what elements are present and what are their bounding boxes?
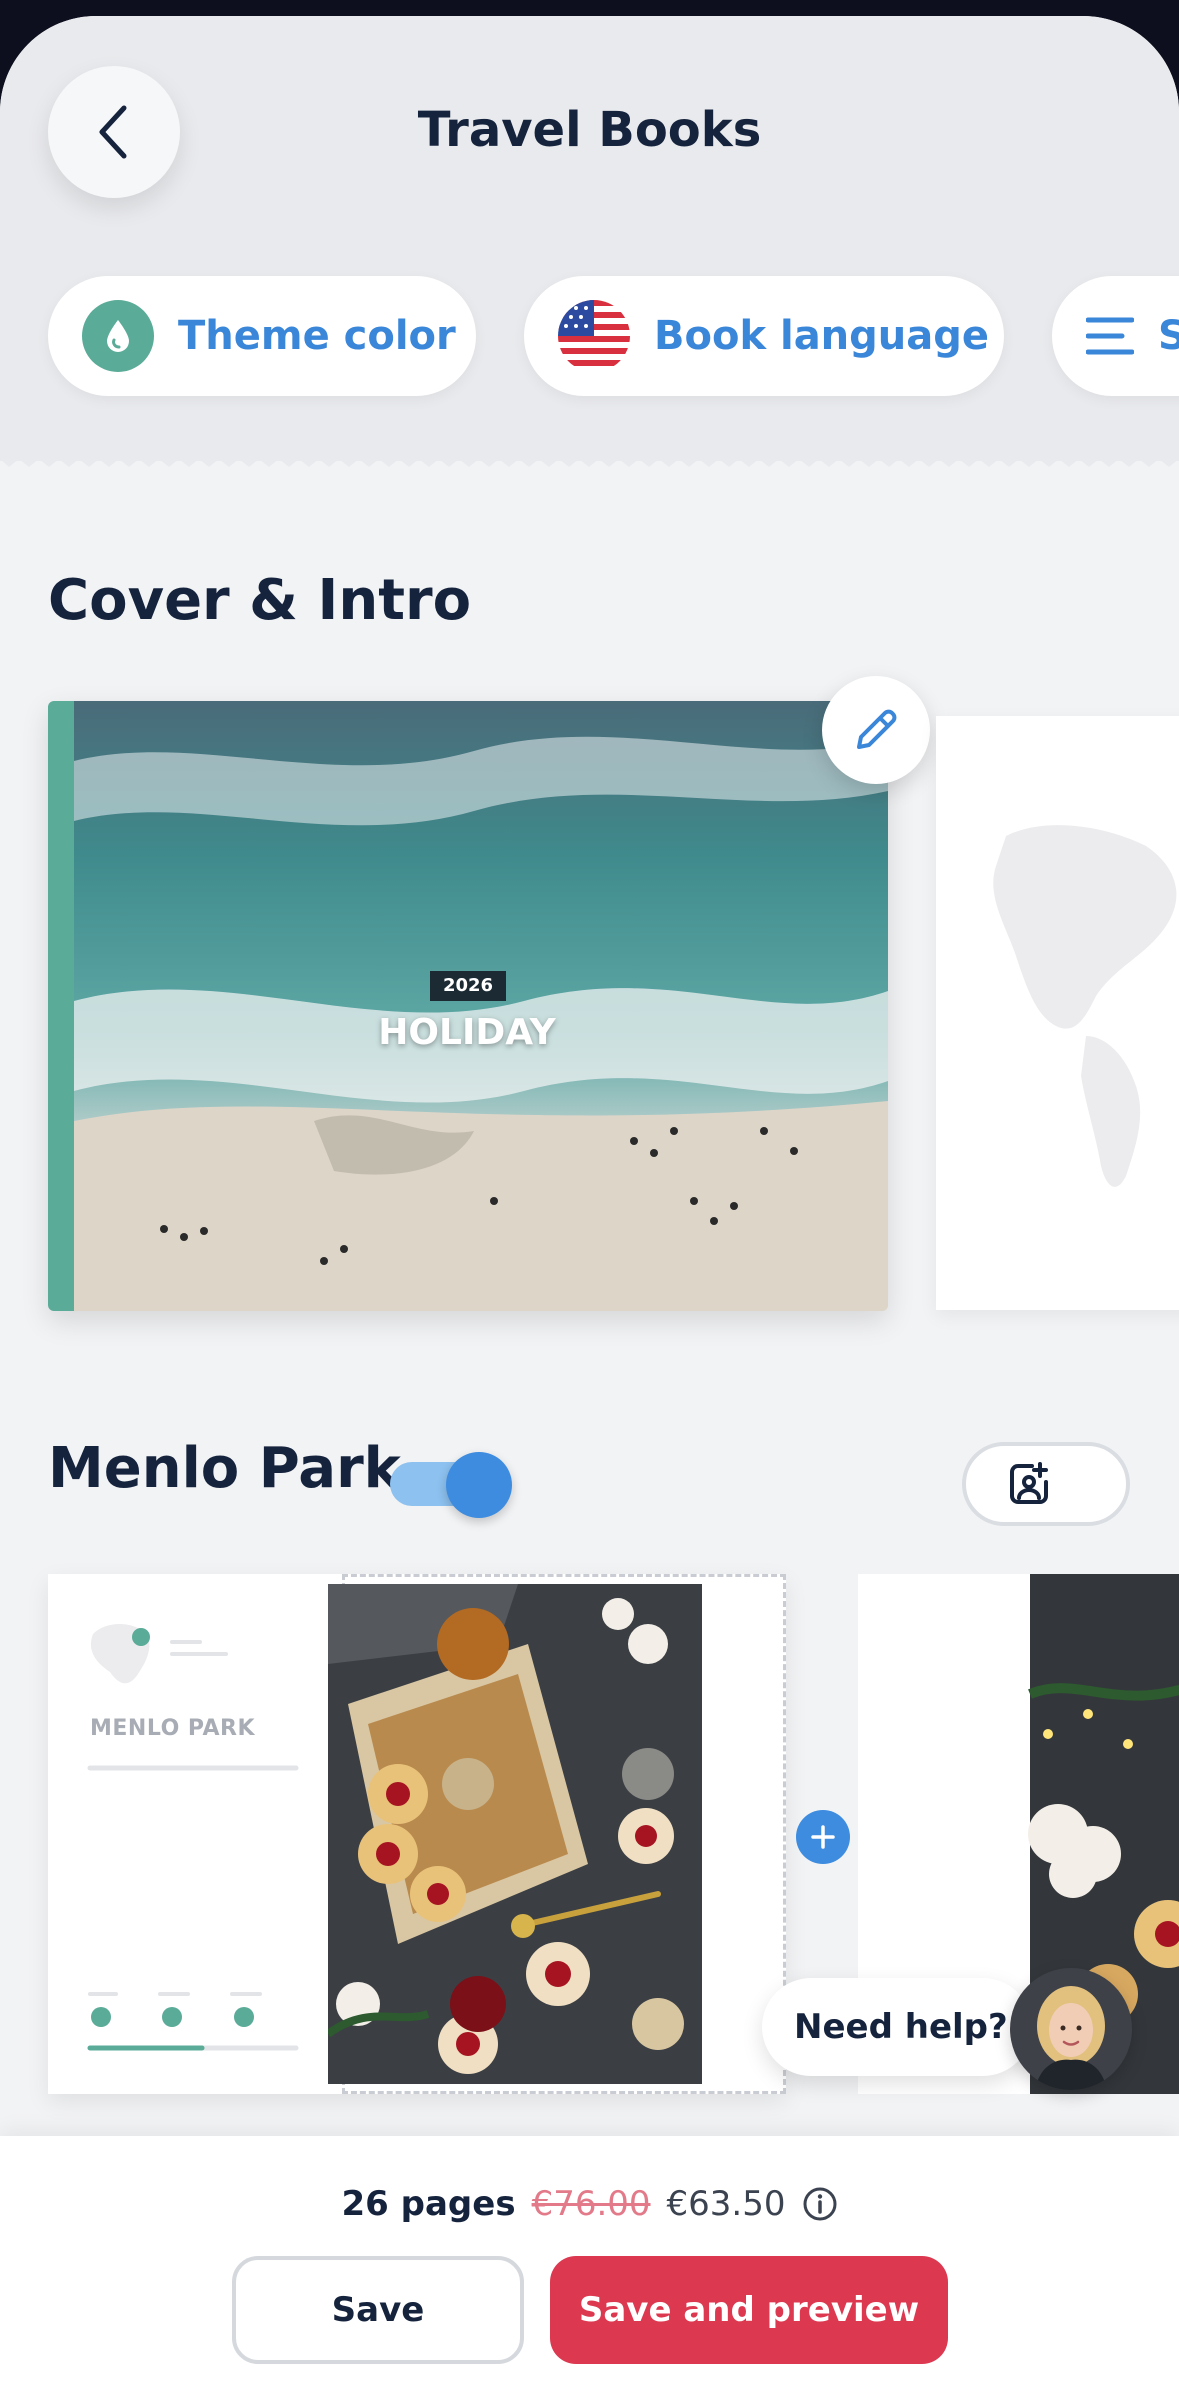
current-price: €63.50 (666, 2184, 786, 2224)
edit-cover-button[interactable] (822, 676, 930, 784)
chapter-intro-page[interactable]: MENLO PARK (48, 1574, 342, 2094)
cover-spine (48, 701, 74, 1311)
map-pin-illustration (87, 1624, 299, 2051)
book-language-label: Book language (654, 313, 990, 359)
add-photo-button[interactable] (962, 1442, 1130, 1526)
world-map-image (993, 825, 1177, 1187)
layout-options-label: S (1158, 313, 1179, 359)
section-title-cover: Cover & Intro (48, 568, 472, 633)
theme-color-button[interactable]: Theme color (48, 276, 476, 396)
chapter-intro-heading: MENLO PARK (90, 1716, 256, 1741)
pencil-icon (857, 709, 897, 749)
support-agent-photo (1010, 1968, 1132, 2090)
cover-year: 2026 (430, 971, 506, 1001)
footer-bar: 26 pages €76.00 €63.50 Save Save and pre… (0, 2136, 1179, 2396)
cover-title: HOLIDAY (378, 1012, 556, 1053)
beach-photo (74, 701, 888, 1311)
save-button[interactable]: Save (232, 2256, 524, 2364)
toggle-knob (446, 1452, 512, 1518)
chapter-toggle[interactable] (390, 1452, 514, 1518)
add-page-button[interactable] (796, 1810, 850, 1864)
old-price: €76.00 (531, 2184, 651, 2224)
us-flag-icon (558, 300, 630, 372)
section-title-chapter: Menlo Park (48, 1436, 401, 1501)
app-screen: Travel Books Theme color Book language S… (0, 16, 1179, 2396)
book-language-button[interactable]: Book language (524, 276, 1004, 396)
add-photo-icon (1010, 1462, 1048, 1504)
theme-color-label: Theme color (178, 313, 456, 359)
page-title: Travel Books (417, 102, 762, 158)
help-label: Need help? (794, 2007, 1008, 2047)
help-chat-button[interactable]: Need help? (762, 1978, 1032, 2076)
cover-page[interactable] (48, 701, 888, 1311)
menu-lines-icon (1086, 317, 1134, 355)
info-icon[interactable] (802, 2186, 838, 2222)
price-summary: 26 pages €76.00 €63.50 (0, 2184, 1179, 2224)
save-and-preview-button[interactable]: Save and preview (550, 2256, 948, 2364)
support-avatar[interactable] (1010, 1968, 1132, 2090)
layout-options-button[interactable]: S (1052, 276, 1179, 396)
cookies-photo (328, 1584, 702, 2084)
zigzag-divider (0, 451, 1179, 467)
page-count: 26 pages (341, 2184, 516, 2224)
plus-icon (811, 1825, 835, 1849)
intro-map-page[interactable] (936, 716, 1179, 1310)
drop-icon (82, 300, 154, 372)
